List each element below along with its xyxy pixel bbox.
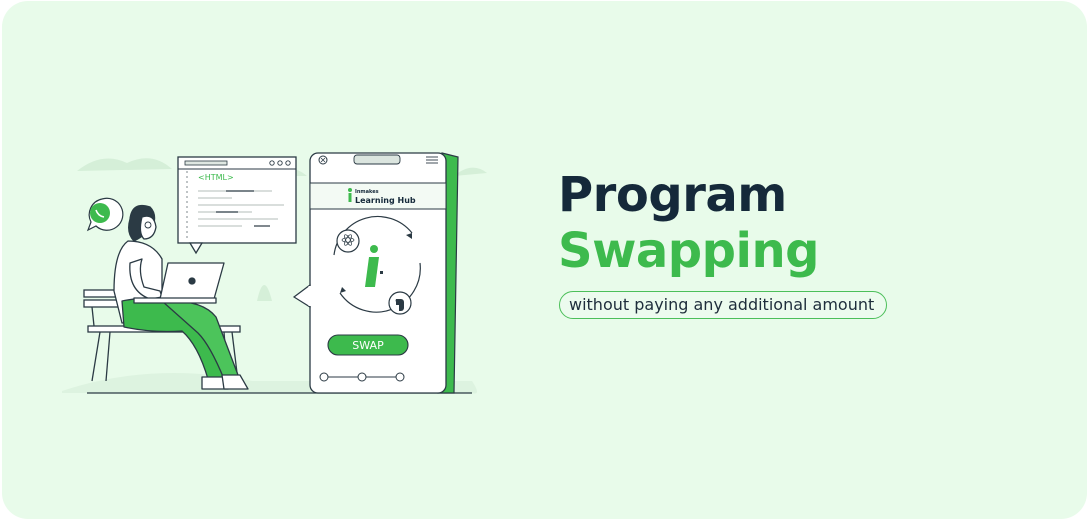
brand-line-1: Inmakes <box>355 189 379 195</box>
swap-button-label: SWAP <box>352 339 384 352</box>
code-window-tag: <HTML> <box>198 173 234 182</box>
code-window: <HTML> <box>177 156 297 255</box>
chat-bubble <box>86 197 124 232</box>
phone: Inmakes Learning Hub SWAP <box>292 152 459 394</box>
tagline-pill: without paying any additional amount <box>559 291 888 319</box>
brand-line-2: Learning Hub <box>355 196 416 205</box>
headline-block: Program Swapping without paying any addi… <box>558 167 1038 319</box>
whatsapp-icon <box>90 203 110 223</box>
title-line-1: Program <box>558 167 787 223</box>
promo-banner: <HTML> Inmakes Learning Hub SWAP Program… <box>2 1 1087 519</box>
title-line-2: Swapping <box>558 223 820 279</box>
react-icon <box>336 229 360 253</box>
